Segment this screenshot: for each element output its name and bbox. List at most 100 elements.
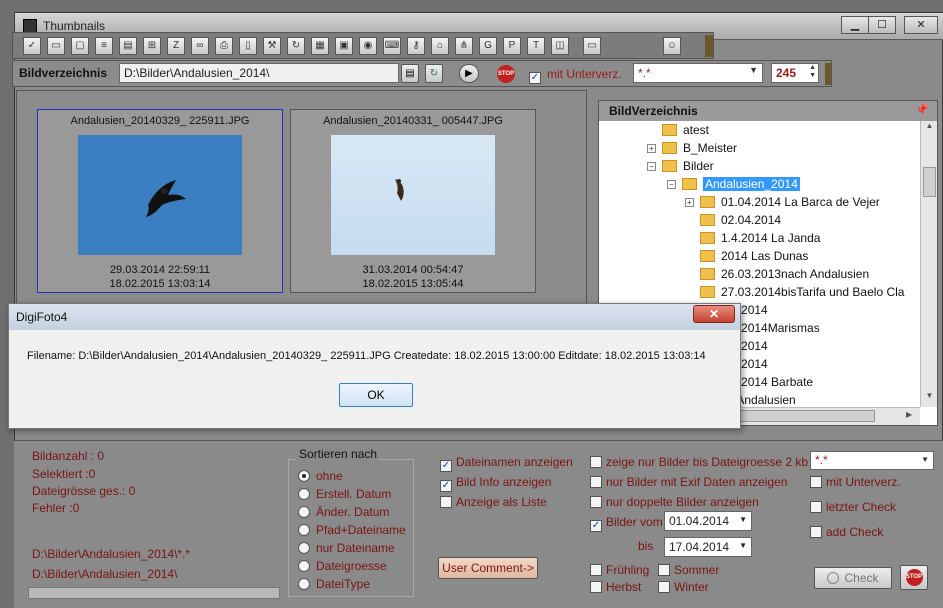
filter2-select[interactable]: *.* ▼ xyxy=(810,451,934,470)
as-list-option[interactable]: Anzeige als Liste xyxy=(440,495,547,513)
sort-option-label: Dateigroesse xyxy=(316,559,387,573)
check-icon[interactable]: ✓ xyxy=(23,37,41,55)
stack-icon[interactable]: ≡ xyxy=(95,37,113,55)
image-icon[interactable]: ▣ xyxy=(335,37,353,55)
include-subfolders-checkbox[interactable]: ✓ xyxy=(529,67,545,84)
pin-icon[interactable]: 📌 xyxy=(915,103,929,116)
scroll-thumb[interactable] xyxy=(923,167,936,197)
stat-selected: Selektiert :0 xyxy=(32,467,96,481)
sort-option[interactable]: Erstell. Datum xyxy=(298,487,406,505)
thumbnail-card[interactable]: Andalusien_20140331_ 005447.JPG 31.03.20… xyxy=(290,109,536,293)
window-title: Thumbnails xyxy=(43,19,106,33)
tree-item[interactable]: 26.03.2013nach Andalusien xyxy=(685,267,869,285)
filter-icon[interactable]: ⋔ xyxy=(455,37,473,55)
winter-option[interactable]: Winter xyxy=(658,580,709,598)
tree-item-label: 26.03.2013nach Andalusien xyxy=(721,267,870,281)
dialog-close-button[interactable]: ✕ xyxy=(693,305,735,323)
window-icon[interactable]: ◫ xyxy=(551,37,569,55)
collapse-icon[interactable]: − xyxy=(667,180,676,189)
date-from-picker[interactable]: 01.04.2014 ▼ xyxy=(664,511,752,531)
autumn-option[interactable]: Herbst xyxy=(590,580,641,598)
pdf-icon[interactable]: P xyxy=(503,37,521,55)
add-check-option[interactable]: add Check xyxy=(810,525,883,543)
document-icon[interactable]: ▭ xyxy=(583,37,601,55)
sort-option[interactable]: nur Dateiname xyxy=(298,541,406,559)
thumbnail-image xyxy=(78,135,242,255)
check-button[interactable]: Check xyxy=(814,567,892,589)
thumbnail-date2: 18.02.2015 13:03:14 xyxy=(109,278,211,290)
camera-icon[interactable]: ◉ xyxy=(359,37,377,55)
scroll-right-icon[interactable]: ▶ xyxy=(906,410,912,419)
link-icon[interactable]: ∞ xyxy=(191,37,209,55)
max-size-option[interactable]: zeige nur Bilder bis Dateigroesse 2 kb xyxy=(590,455,808,473)
refresh-path-icon[interactable]: ↻ xyxy=(425,64,443,83)
date-to-picker[interactable]: 17.04.2014 ▼ xyxy=(664,537,752,557)
count-stepper[interactable]: 245 ▲ ▼ xyxy=(771,63,819,83)
show-filenames-option[interactable]: ✓ Dateinamen anzeigen xyxy=(440,455,573,473)
expand-icon[interactable]: + xyxy=(647,144,656,153)
tree-item[interactable]: 2014 Las Dunas xyxy=(685,249,808,267)
stop-icon[interactable]: STOP xyxy=(497,65,515,83)
date-range-option[interactable]: ✓ Bilder vom xyxy=(590,515,663,533)
clipboard-icon[interactable]: ▯ xyxy=(239,37,257,55)
tree-item[interactable]: − Andalusien_2014 xyxy=(667,177,800,195)
print-icon[interactable]: ⎙ xyxy=(215,37,233,55)
minimize-button[interactable]: ▁ xyxy=(841,16,869,34)
collapse-icon[interactable]: − xyxy=(647,162,656,171)
tree-item[interactable]: atest xyxy=(647,123,709,141)
sort-option[interactable]: Änder. Datum xyxy=(298,505,406,523)
bar-grip[interactable] xyxy=(825,63,831,85)
user-comment-button[interactable]: User Comment-> xyxy=(438,557,538,579)
show-info-option[interactable]: ✓ Bild Info anzeigen xyxy=(440,475,551,493)
filter-select[interactable]: *.* ▼ xyxy=(633,63,763,83)
with-subfolders-option[interactable]: mit Unterverz. xyxy=(810,475,901,493)
scroll-up-icon[interactable]: ▲ xyxy=(923,121,936,135)
tree-item[interactable]: 02.04.2014 xyxy=(685,213,781,231)
expand-icon[interactable]: + xyxy=(685,198,694,207)
tree-item[interactable]: − Bilder xyxy=(647,159,714,177)
thumbnail-filename: Andalusien_20140329_ 225911.JPG xyxy=(70,115,250,127)
folder-open-icon[interactable]: ▤ xyxy=(119,37,137,55)
browse-folder-icon[interactable]: ▤ xyxy=(401,64,419,83)
sort-option[interactable]: Dateigroesse xyxy=(298,559,406,577)
tree-item[interactable]: 1.4.2014 La Janda xyxy=(685,231,820,249)
key-icon[interactable]: ⚷ xyxy=(407,37,425,55)
radio-icon xyxy=(298,470,310,482)
folder-icon xyxy=(700,214,715,226)
path-input[interactable]: D:\Bilder\Andalusien_2014\ xyxy=(119,63,399,83)
go-icon[interactable]: ▶ xyxy=(459,64,479,83)
sort-option[interactable]: Pfad+Dateiname xyxy=(298,523,406,541)
dialog-ok-button[interactable]: OK xyxy=(339,383,413,407)
stop-button[interactable]: STOP xyxy=(900,565,928,590)
keyboard-icon[interactable]: ⌨ xyxy=(383,37,401,55)
scroll-down-icon[interactable]: ▼ xyxy=(923,391,936,405)
exif-only-option[interactable]: nur Bilder mit Exif Daten anzeigen xyxy=(590,475,787,493)
zip-icon[interactable]: Z xyxy=(167,37,185,55)
people-icon[interactable]: ☺ xyxy=(663,37,681,55)
close-button[interactable]: ✕ xyxy=(904,16,938,34)
gon-icon[interactable]: G xyxy=(479,37,497,55)
tree-vertical-scrollbar[interactable]: ▲ ▼ xyxy=(920,121,937,407)
network-icon[interactable]: ⊞ xyxy=(143,37,161,55)
toolbar-grip[interactable] xyxy=(705,35,713,57)
tools-icon[interactable]: ⚒ xyxy=(263,37,281,55)
tree-item[interactable]: + B_Meister xyxy=(647,141,737,159)
refresh-icon[interactable]: ↻ xyxy=(287,37,305,55)
grid-icon[interactable]: ▦ xyxy=(311,37,329,55)
last-check-option[interactable]: letzter Check xyxy=(810,500,896,518)
stat-errors: Fehler :0 xyxy=(32,501,80,515)
sort-option[interactable]: DateiType xyxy=(298,577,406,595)
sort-option[interactable]: ohne xyxy=(298,469,406,487)
maximize-button[interactable]: ☐ xyxy=(868,16,896,34)
tree-item[interactable]: 27.03.2014bisTarifa und Baelo Cla xyxy=(685,285,904,303)
spring-option[interactable]: Frühling xyxy=(590,563,649,581)
page-icon[interactable]: ▭ xyxy=(47,37,65,55)
frame-icon[interactable]: ▢ xyxy=(71,37,89,55)
summer-option[interactable]: Sommer xyxy=(658,563,719,581)
tree-item[interactable]: +01.04.2014 La Barca de Vejer xyxy=(685,195,880,213)
tag-icon[interactable]: ⌂ xyxy=(431,37,449,55)
thumbnail-card[interactable]: Andalusien_20140329_ 225911.JPG 29.03.20… xyxy=(37,109,283,293)
ppt-icon[interactable]: T xyxy=(527,37,545,55)
